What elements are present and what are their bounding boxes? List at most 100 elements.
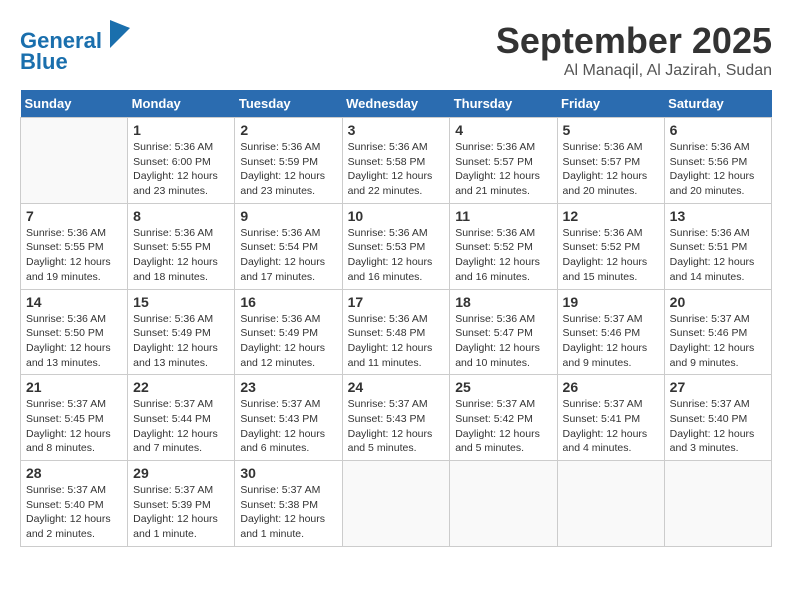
calendar-cell: 14 Sunrise: 5:36 AMSunset: 5:50 PMDayligh… (21, 289, 128, 375)
day-number: 14 (26, 294, 122, 310)
logo: General Blue (20, 20, 132, 75)
day-number: 11 (455, 208, 551, 224)
calendar-header-row: SundayMondayTuesdayWednesdayThursdayFrid… (21, 90, 772, 118)
day-number: 17 (348, 294, 445, 310)
calendar-cell (664, 461, 771, 547)
logo-icon (110, 20, 130, 48)
calendar-cell: 3 Sunrise: 5:36 AMSunset: 5:58 PMDaylight… (342, 118, 450, 204)
calendar-cell: 8 Sunrise: 5:36 AMSunset: 5:55 PMDaylight… (128, 203, 235, 289)
day-number: 26 (563, 379, 659, 395)
calendar-cell: 28 Sunrise: 5:37 AMSunset: 5:40 PMDayligh… (21, 461, 128, 547)
calendar-cell: 11 Sunrise: 5:36 AMSunset: 5:52 PMDayligh… (450, 203, 557, 289)
day-number: 30 (240, 465, 336, 481)
day-info: Sunrise: 5:37 AMSunset: 5:43 PMDaylight:… (240, 397, 336, 456)
day-number: 10 (348, 208, 445, 224)
day-info: Sunrise: 5:36 AMSunset: 5:49 PMDaylight:… (133, 312, 229, 371)
day-number: 7 (26, 208, 122, 224)
calendar-cell: 1 Sunrise: 5:36 AMSunset: 6:00 PMDaylight… (128, 118, 235, 204)
calendar-cell: 13 Sunrise: 5:36 AMSunset: 5:51 PMDayligh… (664, 203, 771, 289)
calendar-table: SundayMondayTuesdayWednesdayThursdayFrid… (20, 90, 772, 547)
day-info: Sunrise: 5:37 AMSunset: 5:43 PMDaylight:… (348, 397, 445, 456)
day-info: Sunrise: 5:37 AMSunset: 5:46 PMDaylight:… (563, 312, 659, 371)
location-subtitle: Al Manaqil, Al Jazirah, Sudan (496, 62, 772, 80)
day-info: Sunrise: 5:36 AMSunset: 5:53 PMDaylight:… (348, 226, 445, 285)
day-info: Sunrise: 5:37 AMSunset: 5:39 PMDaylight:… (133, 483, 229, 542)
calendar-week-row: 7 Sunrise: 5:36 AMSunset: 5:55 PMDaylight… (21, 203, 772, 289)
calendar-cell: 15Sunrise: 5:36 AMSunset: 5:49 PMDayligh… (128, 289, 235, 375)
calendar-cell: 16 Sunrise: 5:36 AMSunset: 5:49 PMDayligh… (235, 289, 342, 375)
calendar-week-row: 21Sunrise: 5:37 AMSunset: 5:45 PMDayligh… (21, 375, 772, 461)
month-title: September 2025 (496, 20, 772, 62)
calendar-cell (21, 118, 128, 204)
calendar-cell: 6 Sunrise: 5:36 AMSunset: 5:56 PMDaylight… (664, 118, 771, 204)
day-number: 4 (455, 122, 551, 138)
day-number: 22 (133, 379, 229, 395)
day-info: Sunrise: 5:36 AMSunset: 5:52 PMDaylight:… (563, 226, 659, 285)
day-number: 9 (240, 208, 336, 224)
day-info: Sunrise: 5:37 AMSunset: 5:42 PMDaylight:… (455, 397, 551, 456)
day-number: 13 (670, 208, 766, 224)
day-number: 18 (455, 294, 551, 310)
calendar-cell (557, 461, 664, 547)
calendar-cell: 25 Sunrise: 5:37 AMSunset: 5:42 PMDayligh… (450, 375, 557, 461)
day-info: Sunrise: 5:36 AMSunset: 5:48 PMDaylight:… (348, 312, 445, 371)
calendar-cell: 5 Sunrise: 5:36 AMSunset: 5:57 PMDaylight… (557, 118, 664, 204)
day-info: Sunrise: 5:36 AMSunset: 5:52 PMDaylight:… (455, 226, 551, 285)
day-info: Sunrise: 5:36 AMSunset: 5:55 PMDaylight:… (26, 226, 122, 285)
day-info: Sunrise: 5:37 AMSunset: 5:45 PMDaylight:… (26, 397, 122, 456)
title-block: September 2025 Al Manaqil, Al Jazirah, S… (496, 20, 772, 80)
day-info: Sunrise: 5:36 AMSunset: 5:55 PMDaylight:… (133, 226, 229, 285)
day-info: Sunrise: 5:36 AMSunset: 5:56 PMDaylight:… (670, 140, 766, 199)
day-info: Sunrise: 5:37 AMSunset: 5:44 PMDaylight:… (133, 397, 229, 456)
calendar-cell: 22 Sunrise: 5:37 AMSunset: 5:44 PMDayligh… (128, 375, 235, 461)
day-info: Sunrise: 5:36 AMSunset: 5:51 PMDaylight:… (670, 226, 766, 285)
header-saturday: Saturday (664, 90, 771, 118)
day-info: Sunrise: 5:36 AMSunset: 5:50 PMDaylight:… (26, 312, 122, 371)
day-number: 8 (133, 208, 229, 224)
day-number: 2 (240, 122, 336, 138)
day-info: Sunrise: 5:36 AMSunset: 5:57 PMDaylight:… (563, 140, 659, 199)
day-number: 20 (670, 294, 766, 310)
day-info: Sunrise: 5:37 AMSunset: 5:46 PMDaylight:… (670, 312, 766, 371)
day-info: Sunrise: 5:37 AMSunset: 5:40 PMDaylight:… (670, 397, 766, 456)
day-number: 6 (670, 122, 766, 138)
day-number: 28 (26, 465, 122, 481)
day-number: 16 (240, 294, 336, 310)
calendar-cell: 24 Sunrise: 5:37 AMSunset: 5:43 PMDayligh… (342, 375, 450, 461)
calendar-cell: 7 Sunrise: 5:36 AMSunset: 5:55 PMDaylight… (21, 203, 128, 289)
header-wednesday: Wednesday (342, 90, 450, 118)
page-header: General Blue September 2025 Al Manaqil, … (20, 20, 772, 80)
day-number: 5 (563, 122, 659, 138)
calendar-cell: 21Sunrise: 5:37 AMSunset: 5:45 PMDayligh… (21, 375, 128, 461)
calendar-cell (450, 461, 557, 547)
header-monday: Monday (128, 90, 235, 118)
day-info: Sunrise: 5:36 AMSunset: 5:58 PMDaylight:… (348, 140, 445, 199)
day-info: Sunrise: 5:36 AMSunset: 5:54 PMDaylight:… (240, 226, 336, 285)
calendar-cell: 12Sunrise: 5:36 AMSunset: 5:52 PMDayligh… (557, 203, 664, 289)
calendar-week-row: 14 Sunrise: 5:36 AMSunset: 5:50 PMDayligh… (21, 289, 772, 375)
day-info: Sunrise: 5:36 AMSunset: 6:00 PMDaylight:… (133, 140, 229, 199)
day-info: Sunrise: 5:36 AMSunset: 5:49 PMDaylight:… (240, 312, 336, 371)
calendar-cell: 10 Sunrise: 5:36 AMSunset: 5:53 PMDayligh… (342, 203, 450, 289)
calendar-cell: 4 Sunrise: 5:36 AMSunset: 5:57 PMDaylight… (450, 118, 557, 204)
day-info: Sunrise: 5:36 AMSunset: 5:57 PMDaylight:… (455, 140, 551, 199)
day-info: Sunrise: 5:37 AMSunset: 5:41 PMDaylight:… (563, 397, 659, 456)
day-number: 23 (240, 379, 336, 395)
day-info: Sunrise: 5:36 AMSunset: 5:59 PMDaylight:… (240, 140, 336, 199)
day-number: 1 (133, 122, 229, 138)
calendar-cell: 30 Sunrise: 5:37 AMSunset: 5:38 PMDayligh… (235, 461, 342, 547)
day-info: Sunrise: 5:37 AMSunset: 5:40 PMDaylight:… (26, 483, 122, 542)
header-tuesday: Tuesday (235, 90, 342, 118)
day-number: 29 (133, 465, 229, 481)
calendar-cell: 19Sunrise: 5:37 AMSunset: 5:46 PMDayligh… (557, 289, 664, 375)
calendar-cell: 26 Sunrise: 5:37 AMSunset: 5:41 PMDayligh… (557, 375, 664, 461)
calendar-cell: 27Sunrise: 5:37 AMSunset: 5:40 PMDayligh… (664, 375, 771, 461)
day-info: Sunrise: 5:37 AMSunset: 5:38 PMDaylight:… (240, 483, 336, 542)
day-number: 3 (348, 122, 445, 138)
day-number: 24 (348, 379, 445, 395)
day-number: 25 (455, 379, 551, 395)
calendar-week-row: 28 Sunrise: 5:37 AMSunset: 5:40 PMDayligh… (21, 461, 772, 547)
header-thursday: Thursday (450, 90, 557, 118)
calendar-week-row: 1 Sunrise: 5:36 AMSunset: 6:00 PMDaylight… (21, 118, 772, 204)
header-friday: Friday (557, 90, 664, 118)
